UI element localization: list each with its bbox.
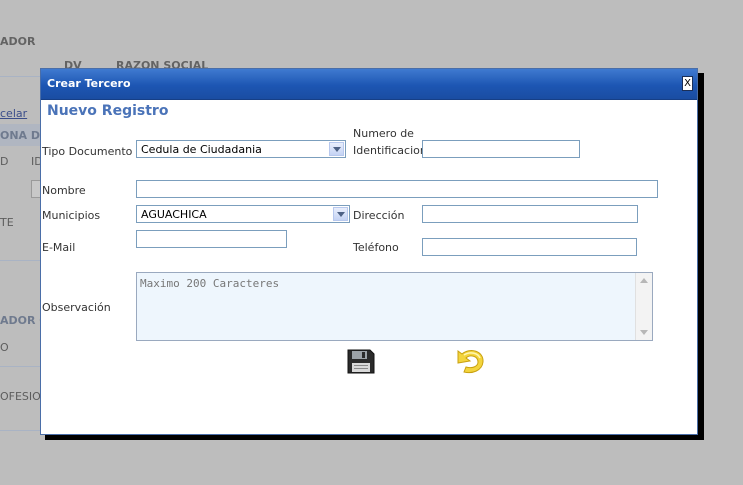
tipo-documento-label: Tipo Documento	[42, 145, 133, 158]
tipo-documento-value: Cedula de Ciudadania	[141, 143, 262, 156]
observacion-placeholder: Maximo 200 Caracteres	[140, 277, 280, 290]
direccion-input[interactable]	[422, 205, 638, 223]
municipios-label: Municipios	[42, 209, 101, 222]
direccion-label: Dirección	[353, 209, 405, 222]
scroll-up-icon[interactable]	[637, 274, 650, 287]
bg-divider	[0, 430, 40, 431]
dialog-titlebar[interactable]: Crear Tercero X	[41, 69, 697, 100]
chevron-down-icon[interactable]	[333, 207, 348, 221]
crear-tercero-dialog: Crear Tercero X Nuevo Registro Tipo Docu…	[40, 68, 698, 435]
bg-field-label: D	[0, 155, 9, 168]
telefono-input[interactable]	[422, 238, 637, 256]
undo-arrow-icon	[457, 350, 484, 374]
save-button[interactable]	[344, 346, 378, 376]
numero-identificacion-label: Numero de Identificacion	[353, 127, 427, 157]
bg-divider	[0, 76, 40, 77]
close-button[interactable]: X	[682, 76, 693, 91]
numero-identificacion-input[interactable]	[422, 140, 580, 158]
observacion-textarea[interactable]: Maximo 200 Caracteres	[136, 272, 653, 341]
nombre-label: Nombre	[42, 184, 86, 197]
bg-divider	[0, 260, 40, 261]
scrollbar[interactable]	[635, 273, 652, 340]
page-title: Nuevo Registro	[47, 103, 169, 119]
municipios-value: AGUACHICA	[141, 208, 207, 221]
dialog-title: Crear Tercero	[47, 77, 131, 90]
undo-button[interactable]	[454, 346, 488, 376]
bg-column-header: ADOR	[0, 35, 36, 48]
email-label: E-Mail	[42, 241, 76, 254]
bg-field-label: O	[0, 341, 9, 354]
nombre-input[interactable]	[136, 180, 658, 198]
observacion-label: Observación	[42, 301, 111, 314]
bg-divider	[0, 366, 40, 367]
tipo-documento-select[interactable]: Cedula de Ciudadania	[136, 140, 346, 158]
municipios-select[interactable]: AGUACHICA	[136, 205, 350, 223]
bg-cancel-link[interactable]: celar	[0, 107, 27, 120]
email-input[interactable]	[136, 230, 287, 248]
bg-field-label: TE	[0, 216, 14, 229]
telefono-label: Teléfono	[353, 241, 399, 254]
chevron-down-icon[interactable]	[329, 142, 344, 156]
floppy-disk-icon	[347, 349, 375, 374]
scroll-down-icon[interactable]	[637, 326, 650, 339]
